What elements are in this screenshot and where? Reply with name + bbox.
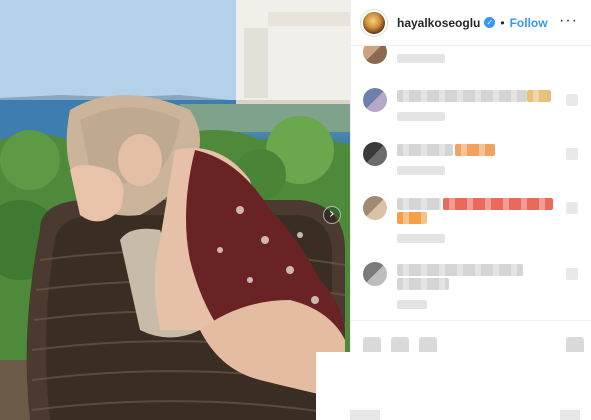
blurred-like-count (350, 410, 380, 420)
heart-icon[interactable] (566, 94, 578, 106)
next-arrow-icon[interactable] (323, 206, 341, 224)
blurred-meta (560, 410, 580, 420)
heart-icon[interactable] (566, 202, 578, 214)
comment-meta (397, 166, 445, 175)
username-link[interactable]: hayalkoseoglu (397, 16, 480, 30)
post-photo[interactable] (0, 0, 350, 420)
comment-emoji (443, 198, 553, 210)
comment-emoji (527, 90, 551, 102)
avatar[interactable] (363, 196, 387, 220)
post-header: hayalkoseoglu ✓ • Follow ··· (351, 0, 591, 46)
header-separator: • (500, 15, 505, 30)
comment-emoji (397, 212, 427, 224)
comment-meta (397, 234, 445, 243)
comment-emoji (455, 144, 495, 156)
avatar[interactable] (363, 262, 387, 286)
comment-meta (397, 300, 427, 309)
heart-icon[interactable] (566, 268, 578, 280)
avatar[interactable] (363, 88, 387, 112)
photo-illustration (0, 0, 350, 420)
verified-icon: ✓ (484, 17, 496, 28)
comment-meta (397, 54, 445, 63)
comment-text (397, 144, 453, 156)
comment-text (397, 90, 527, 102)
heart-icon[interactable] (566, 148, 578, 160)
comment-meta (397, 112, 445, 121)
comment-text (397, 264, 523, 276)
more-icon[interactable]: ··· (559, 12, 578, 30)
comment-text (397, 278, 449, 290)
comment-text (397, 198, 441, 210)
avatar[interactable] (363, 142, 387, 166)
avatar[interactable] (361, 9, 387, 36)
follow-button[interactable]: Follow (510, 16, 548, 30)
comments-list[interactable] (351, 46, 591, 346)
avatar[interactable] (363, 46, 387, 64)
